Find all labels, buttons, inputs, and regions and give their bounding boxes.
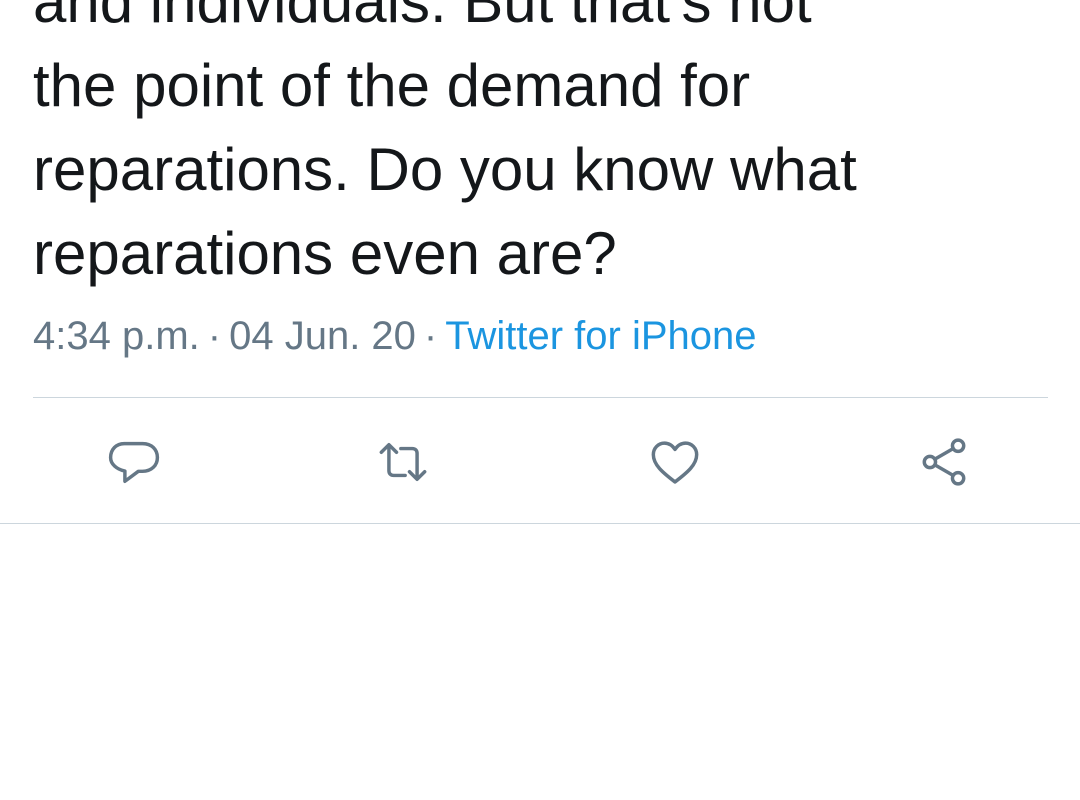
meta-separator: · xyxy=(207,314,222,358)
meta-separator: · xyxy=(423,314,438,358)
tweet-text-line: reparations even are? xyxy=(33,220,617,287)
retweet-icon xyxy=(379,442,427,482)
share-button[interactable] xyxy=(918,436,970,488)
tweet-text: and individuals. But that's not the poin… xyxy=(33,0,1033,296)
heart-icon xyxy=(651,441,699,484)
tweet-date: 04 Jun. 20 xyxy=(229,314,416,358)
tweet-source-link[interactable]: Twitter for iPhone xyxy=(445,314,756,358)
tweet-time: 4:34 p.m. xyxy=(33,314,200,358)
tweet-metadata: 4:34 p.m. · 04 Jun. 20 · Twitter for iPhone xyxy=(33,310,757,362)
meta-divider xyxy=(33,397,1048,398)
reply-icon xyxy=(108,441,160,484)
tweet-text-line: reparations. Do you know what xyxy=(33,136,857,203)
tweet-text-line: the point of the demand for xyxy=(33,52,751,119)
tweet-detail-view: and individuals. But that's not the poin… xyxy=(0,0,1080,800)
share-icon xyxy=(922,438,966,486)
retweet-button[interactable] xyxy=(377,436,429,488)
like-button[interactable] xyxy=(649,436,701,488)
reply-button[interactable] xyxy=(108,436,160,488)
tweet-bottom-divider xyxy=(0,523,1080,524)
tweet-text-line: and individuals. But that's not xyxy=(33,0,812,35)
